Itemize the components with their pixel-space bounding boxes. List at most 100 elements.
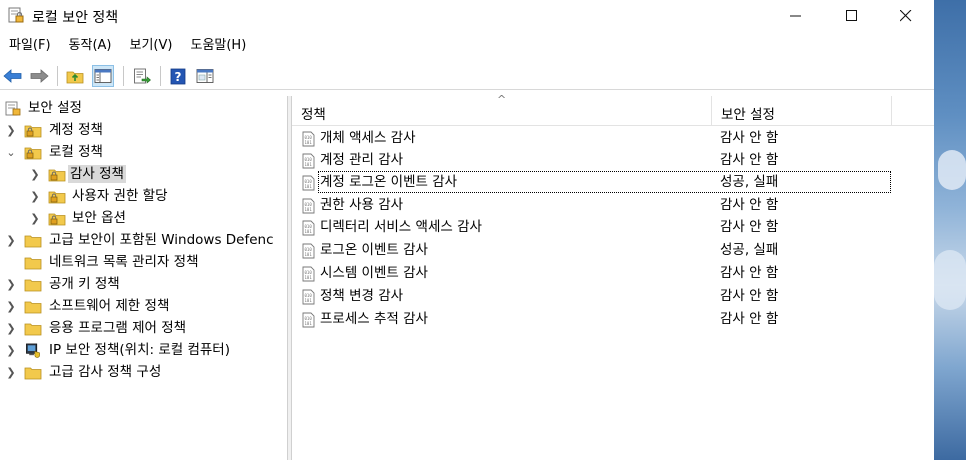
- tree-item-label: 계정 정책: [49, 122, 103, 138]
- maximize-icon: [846, 10, 857, 21]
- desktop-background: [934, 0, 966, 460]
- tree-item-application-control[interactable]: ❯ 응용 프로그램 제어 정책: [0, 317, 287, 339]
- up-one-level-button[interactable]: [64, 65, 86, 87]
- tree-item-label: 응용 프로그램 제어 정책: [49, 320, 187, 336]
- menu-view[interactable]: 보기(V): [121, 35, 182, 57]
- policy-name: 로그온 이벤트 감사: [320, 242, 428, 258]
- policy-setting: 감사 안 함: [720, 219, 779, 235]
- folder-icon: [24, 301, 42, 314]
- menu-help[interactable]: 도움말(H): [181, 35, 255, 57]
- forward-button[interactable]: [28, 65, 50, 87]
- help-button[interactable]: ?: [167, 65, 189, 87]
- list-item[interactable]: 010 101 디렉터리 서비스 액세스 감사 감사 안 함: [292, 216, 892, 238]
- maximize-button[interactable]: [829, 0, 875, 32]
- back-button[interactable]: [2, 65, 24, 87]
- svg-text:101: 101: [305, 275, 313, 280]
- tree-item-label: 보안 설정: [28, 100, 82, 116]
- policy-setting: 감사 안 함: [720, 311, 779, 327]
- svg-text:101: 101: [305, 162, 313, 167]
- cloud-shape: [934, 250, 966, 310]
- svg-text:101: 101: [305, 252, 313, 257]
- export-list-button[interactable]: [131, 65, 153, 87]
- window-title: 로컬 보안 정책: [32, 10, 119, 26]
- chevron-right-icon[interactable]: ❯: [4, 295, 18, 317]
- menu-action[interactable]: 동작(A): [60, 35, 121, 57]
- policy-setting: 감사 안 함: [720, 288, 779, 304]
- tree-item-network-list-manager[interactable]: 네트워크 목록 관리자 정책: [0, 251, 287, 273]
- chevron-right-icon[interactable]: ❯: [4, 273, 18, 295]
- tree-item-ip-security[interactable]: ❯ IP 보안 정책(위치: 로컬 컴퓨터): [0, 339, 287, 361]
- tree-item-label: 고급 감사 정책 구성: [49, 364, 162, 380]
- chevron-down-icon[interactable]: ⌄: [4, 141, 18, 163]
- tree-item-user-rights-assignment[interactable]: ❯ 사용자 권한 할당: [0, 185, 287, 207]
- menu-file[interactable]: 파일(F): [0, 35, 60, 57]
- list-item[interactable]: 010 101 계정 관리 감사 감사 안 함: [292, 149, 892, 171]
- chevron-right-icon[interactable]: ❯: [4, 339, 18, 361]
- tree-item-label: 소프트웨어 제한 정책: [49, 298, 170, 314]
- list-item[interactable]: 010 101 로그온 이벤트 감사 성공, 실패: [292, 239, 892, 261]
- minimize-icon: [790, 15, 801, 17]
- list-item[interactable]: 010 101 정책 변경 감사 감사 안 함: [292, 285, 892, 307]
- tree-item-audit-policy[interactable]: ❯ 감사 정책: [0, 163, 287, 185]
- list-item[interactable]: 010 101 권한 사용 감사 감사 안 함: [292, 194, 892, 216]
- list-item[interactable]: 010 101 시스템 이벤트 감사 감사 안 함: [292, 262, 892, 284]
- svg-text:?: ?: [175, 70, 182, 84]
- tree-item-label: IP 보안 정책(위치: 로컬 컴퓨터): [49, 342, 230, 358]
- tree-item-label: 사용자 권한 할당: [72, 188, 168, 204]
- column-header-policy[interactable]: 정책 ^: [292, 93, 712, 126]
- list-item[interactable]: 010 101 개체 액세스 감사 감사 안 함: [292, 127, 892, 149]
- tree-item-security-options[interactable]: ❯ 보안 옵션: [0, 207, 287, 229]
- list-item[interactable]: 010 101 계정 로그온 이벤트 감사 성공, 실패: [292, 171, 892, 193]
- svg-text:101: 101: [305, 207, 313, 212]
- close-icon: [900, 10, 912, 22]
- tree-item-security-settings[interactable]: 보안 설정: [0, 97, 287, 119]
- folder-lock-icon: [48, 213, 66, 226]
- chevron-right-icon[interactable]: ❯: [4, 119, 18, 141]
- policy-list: 정책 ^ 보안 설정 010 101 개체 액세스 감사 감사 안 함 010 10…: [292, 93, 934, 460]
- policy-setting: 감사 안 함: [720, 197, 779, 213]
- tree-item-software-restriction[interactable]: ❯ 소프트웨어 제한 정책: [0, 295, 287, 317]
- security-settings-icon: [5, 101, 21, 116]
- chevron-right-icon[interactable]: ❯: [4, 229, 18, 251]
- menu-bar: 파일(F) 동작(A) 보기(V) 도움말(H): [0, 35, 255, 57]
- policy-name: 권한 사용 감사: [320, 197, 404, 213]
- tree-item-windows-defender-firewall[interactable]: ❯ 고급 보안이 포함된 Windows Defenc: [0, 229, 287, 251]
- cloud-shape: [938, 150, 966, 190]
- toolbar-separator: [160, 66, 161, 86]
- folder-lock-icon: [48, 191, 66, 204]
- chevron-right-icon[interactable]: ❯: [4, 317, 18, 339]
- show-hide-action-pane-button[interactable]: [194, 65, 216, 87]
- policy-document-icon: 010101: [302, 220, 315, 236]
- tree-item-label: 보안 옵션: [72, 210, 126, 226]
- show-hide-tree-icon: [94, 69, 112, 83]
- title-bar[interactable]: 로컬 보안 정책: [0, 0, 934, 32]
- column-header-empty: [892, 96, 934, 126]
- back-arrow-icon: [3, 69, 22, 83]
- tree-item-account-policies[interactable]: ❯ 계정 정책: [0, 119, 287, 141]
- show-hide-console-tree-button[interactable]: [92, 65, 114, 87]
- close-button[interactable]: [883, 0, 929, 32]
- policy-document-icon: 010101: [302, 289, 315, 305]
- policy-name: 계정 관리 감사: [320, 152, 404, 168]
- policy-name: 프로세스 추적 감사: [320, 311, 428, 327]
- chevron-right-icon[interactable]: ❯: [28, 185, 42, 207]
- tree-item-advanced-audit-policy[interactable]: ❯ 고급 감사 정책 구성: [0, 361, 287, 383]
- tree-item-public-key-policies[interactable]: ❯ 공개 키 정책: [0, 273, 287, 295]
- chevron-right-icon[interactable]: ❯: [4, 361, 18, 383]
- list-item[interactable]: 010 101 프로세스 추적 감사 감사 안 함: [292, 308, 892, 330]
- folder-icon: [24, 257, 42, 270]
- toolbar-separator: [123, 66, 124, 86]
- policy-name: 계정 로그온 이벤트 감사: [320, 174, 458, 190]
- folder-icon: [24, 279, 42, 292]
- policy-name: 정책 변경 감사: [320, 288, 404, 304]
- column-header-label: 정책: [301, 107, 326, 123]
- minimize-button[interactable]: [773, 0, 819, 32]
- ip-security-icon: [26, 343, 40, 358]
- policy-setting: 성공, 실패: [720, 174, 779, 190]
- chevron-right-icon[interactable]: ❯: [28, 163, 42, 185]
- tree-item-local-policies[interactable]: ⌄ 로컬 정책: [0, 141, 287, 163]
- policy-setting: 감사 안 함: [720, 265, 779, 281]
- chevron-right-icon[interactable]: ❯: [28, 207, 42, 229]
- policy-document-icon: 010101: [302, 153, 315, 169]
- column-header-security-setting[interactable]: 보안 설정: [712, 96, 892, 126]
